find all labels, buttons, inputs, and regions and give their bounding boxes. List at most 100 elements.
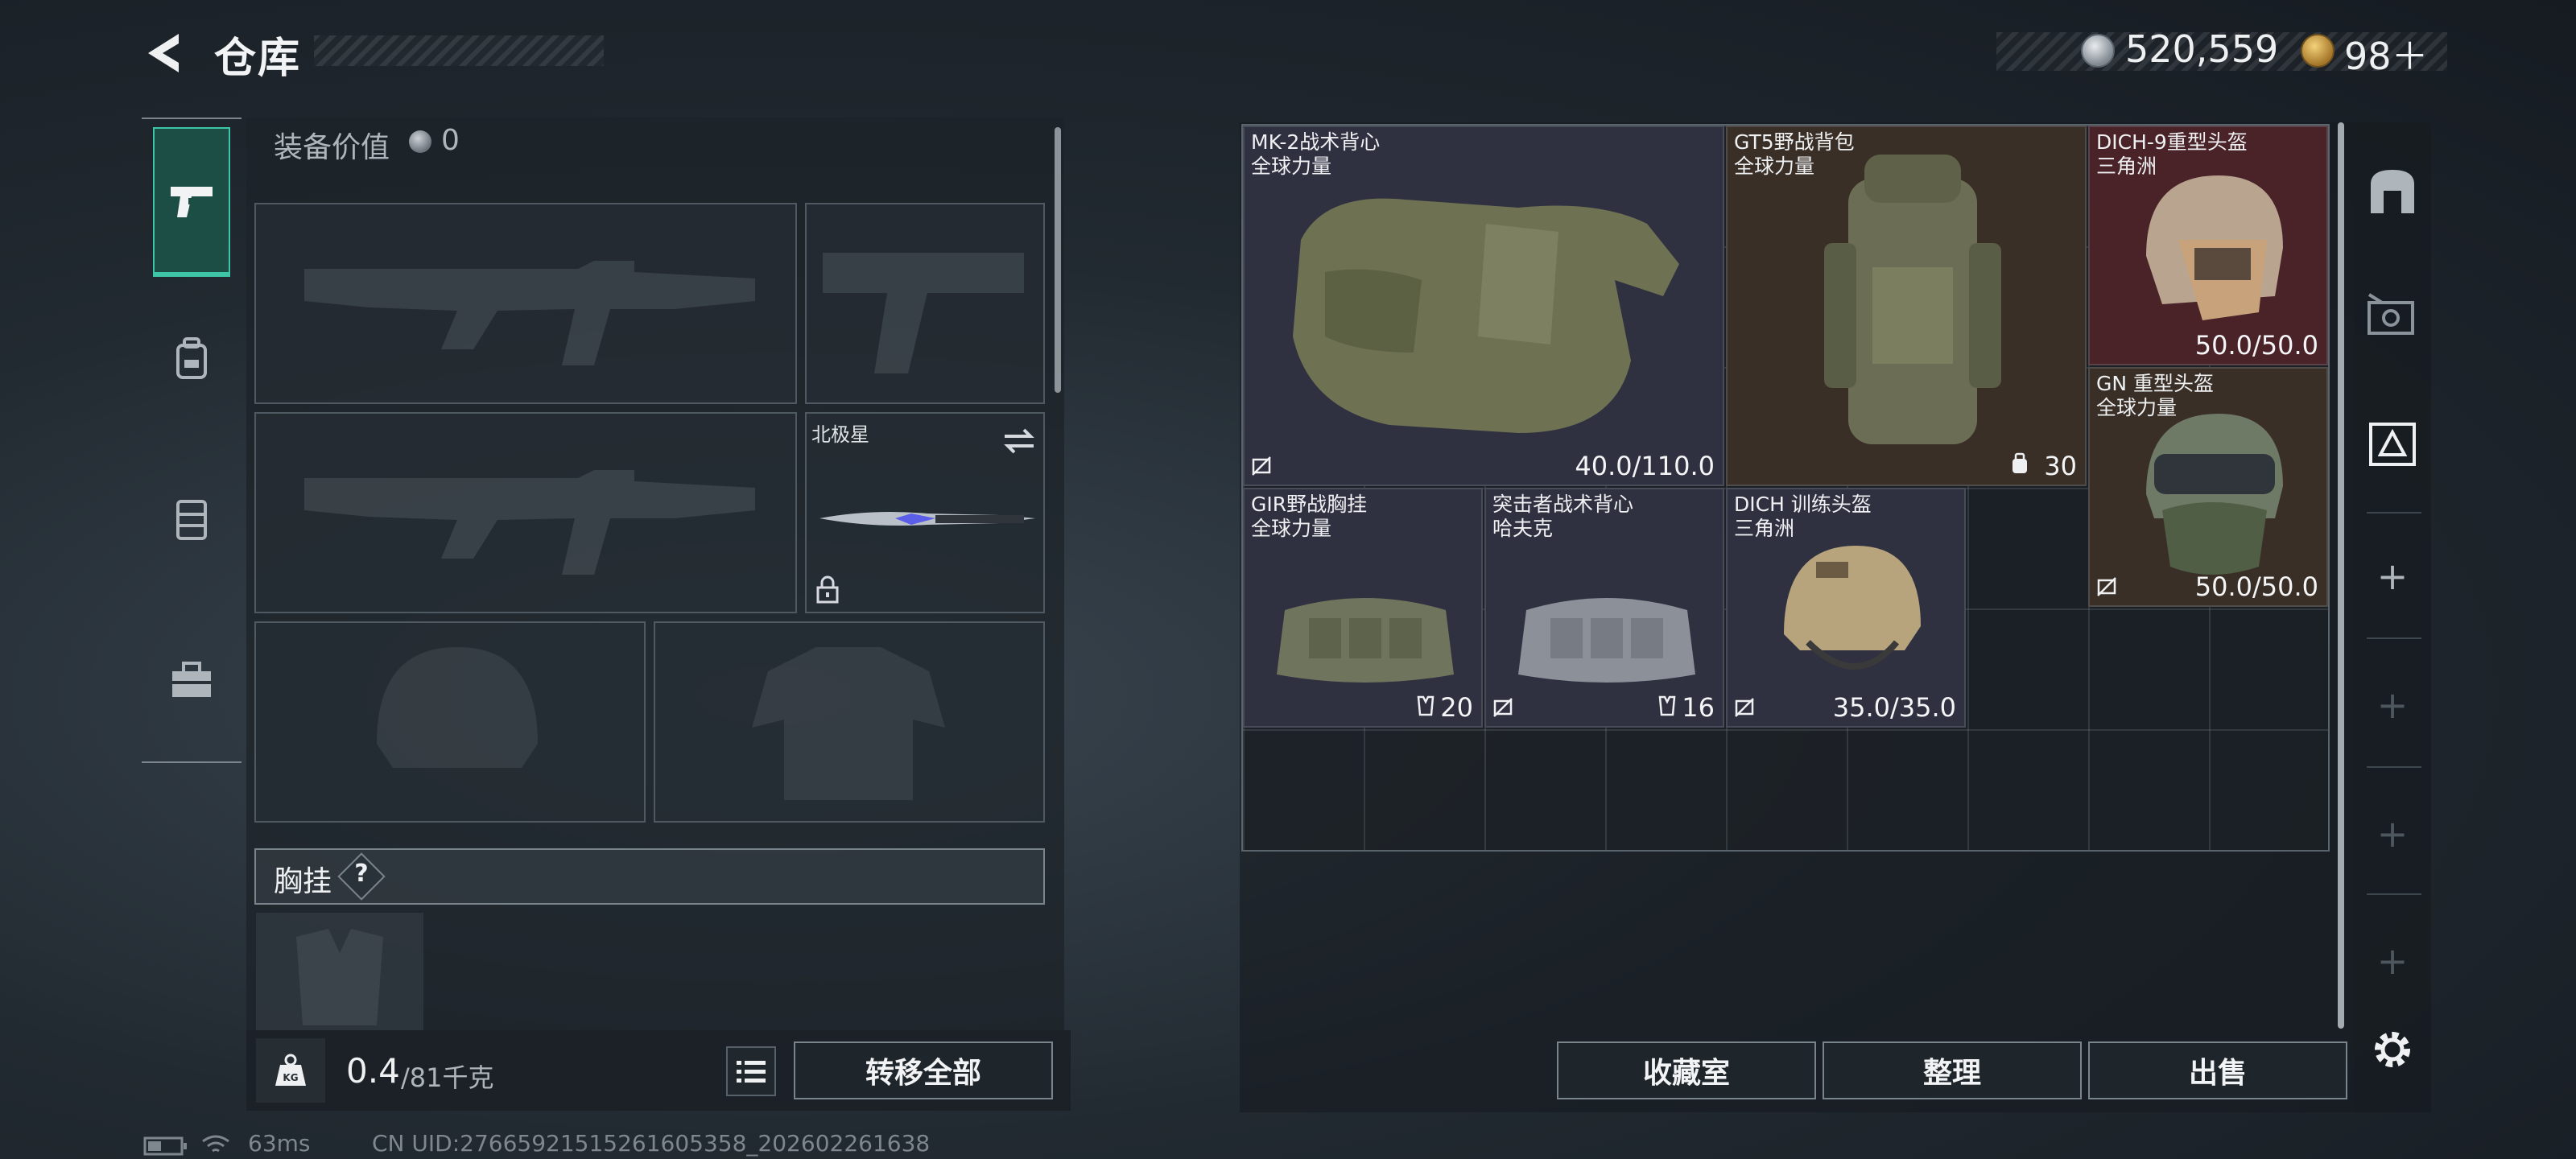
no-insurance-icon [1252, 456, 1271, 476]
secondary-weapon-slot[interactable] [254, 412, 797, 613]
vest-item-image [1293, 198, 1679, 434]
melee-weapon-name: 北极星 [811, 423, 869, 446]
sidebar-tab-gear[interactable] [153, 314, 230, 402]
rifle-silhouette-icon [304, 470, 755, 575]
helmet-item-image [1784, 546, 1921, 670]
item-brand: 三角洲 [2096, 155, 2157, 178]
sidearm-slot[interactable] [805, 203, 1045, 404]
item-name: GT5野战背包 [1734, 130, 1855, 154]
stash-page-2[interactable] [2354, 282, 2431, 349]
list-view-button[interactable] [726, 1046, 776, 1096]
capacity-icon [1417, 695, 1435, 716]
separator [2367, 637, 2421, 639]
organize-button[interactable]: 整理 [1823, 1041, 2082, 1099]
item-durability: 50.0/50.0 [2194, 330, 2318, 361]
battery-icon [143, 1136, 187, 1156]
stash-item[interactable]: 突击者战术背心 哈夫克 16 [1484, 488, 1724, 728]
item-brand: 三角洲 [1734, 517, 1795, 540]
separator [2367, 893, 2421, 895]
helmet-silhouette-icon [377, 647, 538, 768]
stash-item[interactable]: DICH-9重型头盔 三角洲 50.0/50.0 [2088, 126, 2328, 365]
plus-icon: + [2376, 812, 2409, 856]
settings-button[interactable] [2354, 1017, 2431, 1082]
stash-page-3[interactable] [2354, 410, 2431, 478]
stash-item[interactable]: GT5野战背包 全球力量 30 [1726, 126, 2087, 486]
item-name: MK-2战术背心 [1251, 130, 1381, 154]
helmet-item-image [2146, 175, 2283, 320]
wifi-icon [202, 1135, 229, 1153]
swap-icon[interactable] [1001, 425, 1037, 457]
item-brand: 全球力量 [2096, 396, 2178, 419]
weight-icon: KG [256, 1038, 325, 1103]
plus-icon: + [2376, 683, 2409, 727]
chest-rig-item-image [1277, 598, 1454, 683]
plus-icon: + [2376, 555, 2409, 598]
loadout-scrollbar[interactable] [1055, 127, 1061, 393]
item-name: DICH 训练头盔 [1734, 493, 1872, 516]
chest-rig-slot[interactable] [256, 913, 423, 1033]
page-title: 仓库 [214, 35, 302, 83]
premium-currency-balance[interactable]: 98＋ [2344, 27, 2429, 80]
deploy-case-icon [2369, 423, 2416, 466]
premium-currency-icon [2301, 34, 2334, 68]
sidebar-tab-armor[interactable] [153, 475, 230, 563]
tactical-vest-item-image [1518, 598, 1695, 683]
weight-icon-text: KG [283, 1072, 298, 1083]
separator [2367, 766, 2421, 768]
item-capacity: 20 [1440, 692, 1473, 723]
coin-icon [409, 130, 431, 153]
item-brand: 全球力量 [1251, 517, 1332, 540]
chest-rig-label: 胸挂 [274, 865, 332, 898]
equipment-value: 0 [441, 124, 460, 157]
pistol-silhouette-icon [823, 253, 1024, 373]
item-durability: 40.0/110.0 [1575, 451, 1715, 481]
title-decoration [314, 35, 604, 66]
item-name: GN 重型头盔 [2096, 372, 2215, 395]
capacity-icon [1658, 695, 1676, 716]
item-name: GIR野战胸挂 [1251, 493, 1368, 516]
weight-current: 0.4 [346, 1051, 400, 1091]
capacity-icon [2013, 452, 2027, 473]
equipment-value-label: 装备价值 [274, 131, 390, 164]
item-brand: 全球力量 [1251, 155, 1332, 178]
back-arrow-icon[interactable] [140, 29, 188, 77]
sidebar-rail-top [142, 118, 242, 119]
sidebar-rail-bottom [142, 761, 242, 763]
body-armor-slot[interactable] [654, 621, 1045, 823]
warehouse-icon [2371, 170, 2414, 213]
no-insurance-icon [2097, 577, 2116, 596]
user-uid: CN UID:27665921515261605358_202602261638 [372, 1130, 931, 1157]
backpack-item-image [1824, 155, 2001, 444]
add-page-button[interactable]: + [2354, 673, 2431, 737]
add-page-button[interactable]: + [2354, 802, 2431, 866]
toolbox-icon [172, 662, 211, 697]
stash-item[interactable]: GIR野战胸挂 全球力量 20 [1243, 488, 1483, 728]
stash-item[interactable]: MK-2战术背心 全球力量 40.0/110.0 [1243, 126, 1724, 486]
separator [2367, 512, 2421, 514]
stash-item[interactable]: DICH 训练头盔 三角洲 35.0/35.0 [1726, 488, 1966, 728]
sidebar-tab-toolbox[interactable] [153, 636, 230, 724]
pistol-icon [171, 187, 213, 217]
collection-room-button[interactable]: 收藏室 [1557, 1041, 1816, 1099]
primary-weapon-slot[interactable] [254, 203, 797, 404]
backpack-gear-icon [176, 337, 207, 379]
stash-item[interactable]: GN 重型头盔 全球力量 50.0/50.0 [2088, 367, 2328, 607]
stash-page-1[interactable] [2354, 158, 2431, 225]
item-name: 突击者战术背心 [1492, 493, 1634, 516]
stash-scrollbar[interactable] [2338, 122, 2344, 1029]
add-page-button[interactable]: + [2354, 929, 2431, 993]
no-insurance-icon [1493, 698, 1513, 717]
plus-icon: + [2376, 939, 2409, 983]
coin-balance: 520,559 [2125, 27, 2279, 71]
add-page-button[interactable]: + [2354, 544, 2431, 608]
sidebar-tab-weapons[interactable] [153, 127, 230, 277]
helmet-slot[interactable] [254, 621, 646, 823]
chest-rig-silhouette-icon [296, 929, 383, 1025]
sell-button[interactable]: 出售 [2088, 1041, 2347, 1099]
no-insurance-icon [1735, 698, 1754, 717]
help-icon-glyph: ? [354, 860, 369, 888]
item-capacity: 16 [1682, 692, 1715, 723]
coin-icon [2081, 34, 2115, 68]
item-name: DICH-9重型头盔 [2096, 130, 2248, 154]
transfer-all-button[interactable]: 转移全部 [794, 1041, 1053, 1099]
